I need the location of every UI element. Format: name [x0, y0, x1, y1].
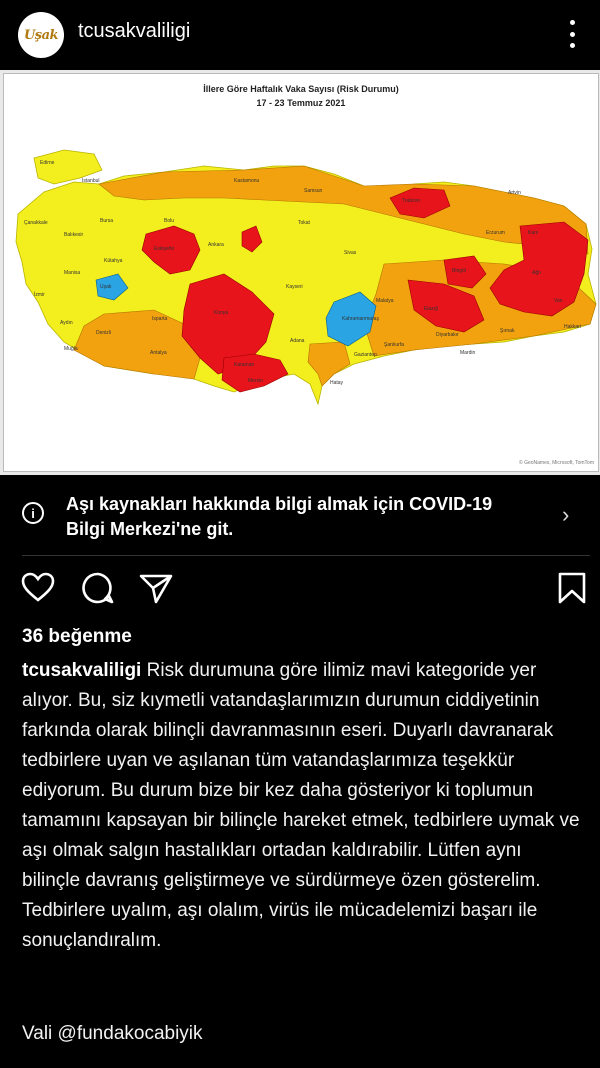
svg-text:Şanlıurfa: Şanlıurfa: [384, 342, 404, 348]
svg-text:Kahramanmaraş: Kahramanmaraş: [342, 316, 379, 322]
comment-icon[interactable]: [80, 570, 116, 606]
svg-text:Mersin: Mersin: [248, 378, 263, 384]
caption-username[interactable]: tcusakvaliligi: [22, 660, 141, 681]
svg-text:Muğla: Muğla: [64, 346, 78, 352]
map-frame: İllere Göre Haftalık Vaka Sayısı (Risk D…: [3, 73, 599, 472]
svg-text:Denizli: Denizli: [96, 330, 111, 336]
svg-text:Konya: Konya: [214, 310, 228, 316]
caption: tcusakvaliligi Risk durumuna göre ilimiz…: [22, 656, 584, 956]
more-options-icon[interactable]: [560, 20, 584, 48]
post-header: Uşak tcusakvaliligi: [0, 0, 600, 68]
post-image[interactable]: İllere Göre Haftalık Vaka Sayısı (Risk D…: [0, 70, 600, 475]
svg-text:Malatya: Malatya: [376, 298, 394, 304]
chevron-right-icon: ›: [562, 502, 570, 527]
avatar[interactable]: Uşak: [18, 12, 64, 58]
svg-text:Tokat: Tokat: [298, 220, 311, 226]
svg-text:İzmir: İzmir: [34, 291, 45, 298]
map-region-red-mersin: [221, 353, 289, 393]
svg-text:Şırnak: Şırnak: [500, 328, 515, 334]
covid-info-banner[interactable]: i Aşı kaynakları hakkında bilgi almak iç…: [0, 480, 600, 552]
svg-text:Isparta: Isparta: [152, 316, 168, 322]
avatar-logo-text: Uşak: [23, 27, 59, 43]
likes-count[interactable]: 36 beğenme: [22, 626, 132, 648]
svg-text:Aydın: Aydın: [60, 320, 73, 326]
svg-text:Gaziantep: Gaziantep: [354, 352, 377, 358]
share-icon[interactable]: [138, 570, 174, 606]
svg-text:Erzurum: Erzurum: [486, 230, 505, 236]
caption-signature: Vali @fundakocabiyik: [22, 1023, 203, 1044]
caption-text: Risk durumuna göre ilimiz mavi kategorid…: [22, 660, 580, 951]
svg-text:Sivas: Sivas: [344, 250, 357, 256]
divider: [22, 555, 590, 556]
svg-text:Ağrı: Ağrı: [532, 270, 541, 276]
svg-text:Edirne: Edirne: [40, 160, 55, 166]
covid-info-text: Aşı kaynakları hakkında bilgi almak için…: [66, 494, 493, 539]
svg-text:Karaman: Karaman: [234, 362, 255, 368]
svg-text:Eskişehir: Eskişehir: [154, 246, 175, 252]
map-credit: © GeoNames, Microsoft, TomTom: [519, 460, 594, 466]
post-actions: [0, 570, 600, 614]
svg-text:Kastamonu: Kastamonu: [234, 178, 260, 184]
svg-text:Kars: Kars: [528, 230, 539, 236]
svg-text:Antalya: Antalya: [150, 350, 167, 356]
svg-text:Uşak: Uşak: [100, 284, 112, 290]
svg-text:Kütahya: Kütahya: [104, 258, 123, 264]
heart-icon[interactable]: [20, 570, 56, 606]
svg-text:Hakkari: Hakkari: [564, 324, 581, 330]
svg-text:Mardin: Mardin: [460, 350, 476, 356]
username[interactable]: tcusakvaliligi: [78, 20, 190, 43]
svg-text:Artvin: Artvin: [508, 190, 521, 196]
svg-text:Samsun: Samsun: [304, 188, 323, 194]
turkey-risk-map: Edirne İstanbul Çanakkale Balıkesir Burs…: [15, 149, 597, 406]
svg-text:Bursa: Bursa: [100, 218, 113, 224]
svg-text:Diyarbakır: Diyarbakır: [436, 332, 459, 338]
svg-text:Kayseri: Kayseri: [286, 284, 303, 290]
svg-text:Bolu: Bolu: [164, 218, 174, 224]
svg-text:İstanbul: İstanbul: [82, 177, 100, 184]
svg-text:Adana: Adana: [290, 338, 305, 344]
svg-text:Manisa: Manisa: [64, 270, 80, 276]
svg-text:Ankara: Ankara: [208, 242, 224, 248]
svg-text:Balıkesir: Balıkesir: [64, 232, 84, 238]
svg-text:Van: Van: [554, 298, 563, 304]
bookmark-icon[interactable]: [554, 570, 590, 606]
svg-text:Hatay: Hatay: [330, 380, 344, 386]
svg-text:Elazığ: Elazığ: [424, 306, 438, 312]
svg-text:Çanakkale: Çanakkale: [24, 220, 48, 226]
info-icon: i: [22, 502, 44, 524]
svg-text:Bingöl: Bingöl: [452, 268, 466, 274]
svg-text:Trabzon: Trabzon: [402, 198, 420, 204]
